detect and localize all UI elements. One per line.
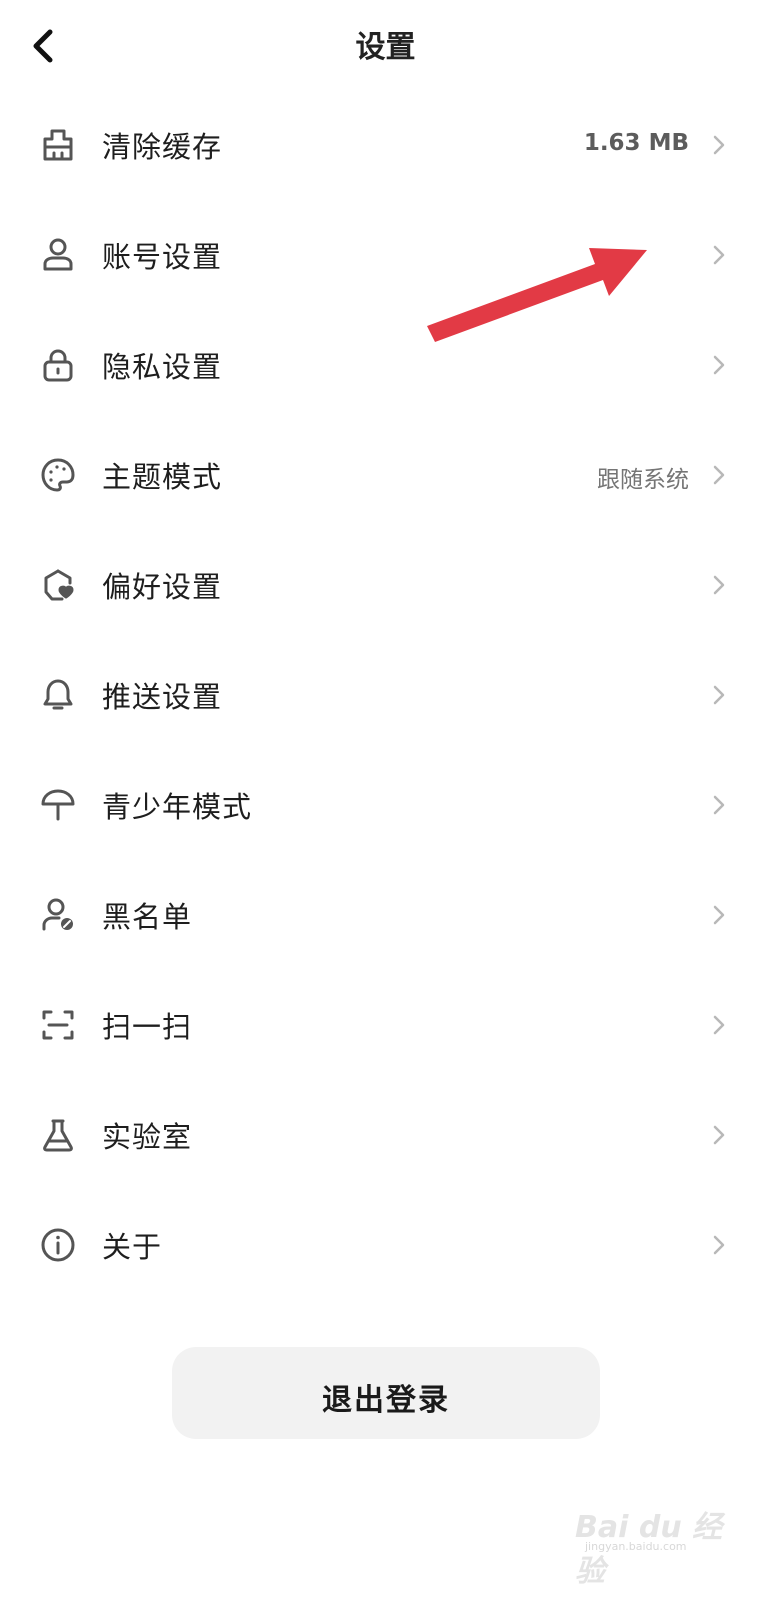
settings-item-account[interactable]: 账号设置 — [0, 200, 771, 310]
settings-item-label: 隐私设置 — [102, 350, 223, 384]
palette-icon — [40, 457, 76, 493]
watermark-url: jingyan.baidu.com — [585, 1540, 687, 1553]
chevron-right-icon — [713, 1015, 725, 1035]
preference-icon — [40, 567, 76, 603]
bell-icon — [40, 677, 76, 713]
settings-item-label: 黑名单 — [102, 900, 193, 934]
settings-item-label: 青少年模式 — [102, 790, 253, 824]
scan-icon — [40, 1007, 76, 1043]
settings-item-preference[interactable]: 偏好设置 — [0, 530, 771, 640]
settings-item-about[interactable]: 关于 — [0, 1190, 771, 1300]
info-icon — [40, 1227, 76, 1263]
flask-icon — [40, 1117, 76, 1153]
chevron-right-icon — [713, 905, 725, 925]
settings-item-push[interactable]: 推送设置 — [0, 640, 771, 750]
logout-button[interactable]: 退出登录 — [172, 1347, 600, 1439]
cache-size-value: 1.63 MB — [583, 130, 689, 156]
chevron-right-icon — [713, 245, 725, 265]
chevron-right-icon — [713, 1235, 725, 1255]
watermark: Bai du 经验 jingyan.baidu.com — [575, 1502, 735, 1589]
settings-item-label: 实验室 — [102, 1120, 193, 1154]
cache-icon — [40, 127, 76, 163]
settings-item-label: 清除缓存 — [102, 130, 223, 164]
lock-icon — [40, 347, 76, 383]
user-icon — [40, 237, 76, 273]
chevron-right-icon — [713, 575, 725, 595]
theme-mode-value: 跟随系统 — [597, 467, 689, 493]
settings-item-teen-mode[interactable]: 青少年模式 — [0, 750, 771, 860]
settings-item-label: 账号设置 — [102, 240, 223, 274]
settings-item-label: 主题模式 — [102, 460, 223, 494]
chevron-right-icon — [713, 1125, 725, 1145]
blocked-user-icon — [40, 897, 76, 933]
settings-item-lab[interactable]: 实验室 — [0, 1080, 771, 1190]
settings-item-label: 关于 — [102, 1230, 163, 1264]
settings-item-clear-cache[interactable]: 清除缓存 1.63 MB — [0, 90, 771, 200]
chevron-right-icon — [713, 685, 725, 705]
watermark-logo: Bai du 经验 — [575, 1510, 723, 1589]
settings-item-theme[interactable]: 主题模式 跟随系统 — [0, 420, 771, 530]
settings-item-label: 推送设置 — [102, 680, 223, 714]
chevron-right-icon — [713, 465, 725, 485]
header-bar: 设置 — [0, 0, 771, 92]
settings-item-blacklist[interactable]: 黑名单 — [0, 860, 771, 970]
settings-item-label: 偏好设置 — [102, 570, 223, 604]
logout-label: 退出登录 — [322, 1383, 450, 1418]
chevron-right-icon — [713, 135, 725, 155]
page-title: 设置 — [355, 30, 416, 65]
umbrella-icon — [40, 787, 76, 823]
settings-item-label: 扫一扫 — [102, 1010, 193, 1044]
settings-list: 清除缓存 1.63 MB 账号设置 隐私设置 主题模式 跟随系统 偏好设置 推送… — [0, 90, 771, 1300]
settings-item-scan[interactable]: 扫一扫 — [0, 970, 771, 1080]
settings-item-privacy[interactable]: 隐私设置 — [0, 310, 771, 420]
chevron-right-icon — [713, 795, 725, 815]
chevron-right-icon — [713, 355, 725, 375]
